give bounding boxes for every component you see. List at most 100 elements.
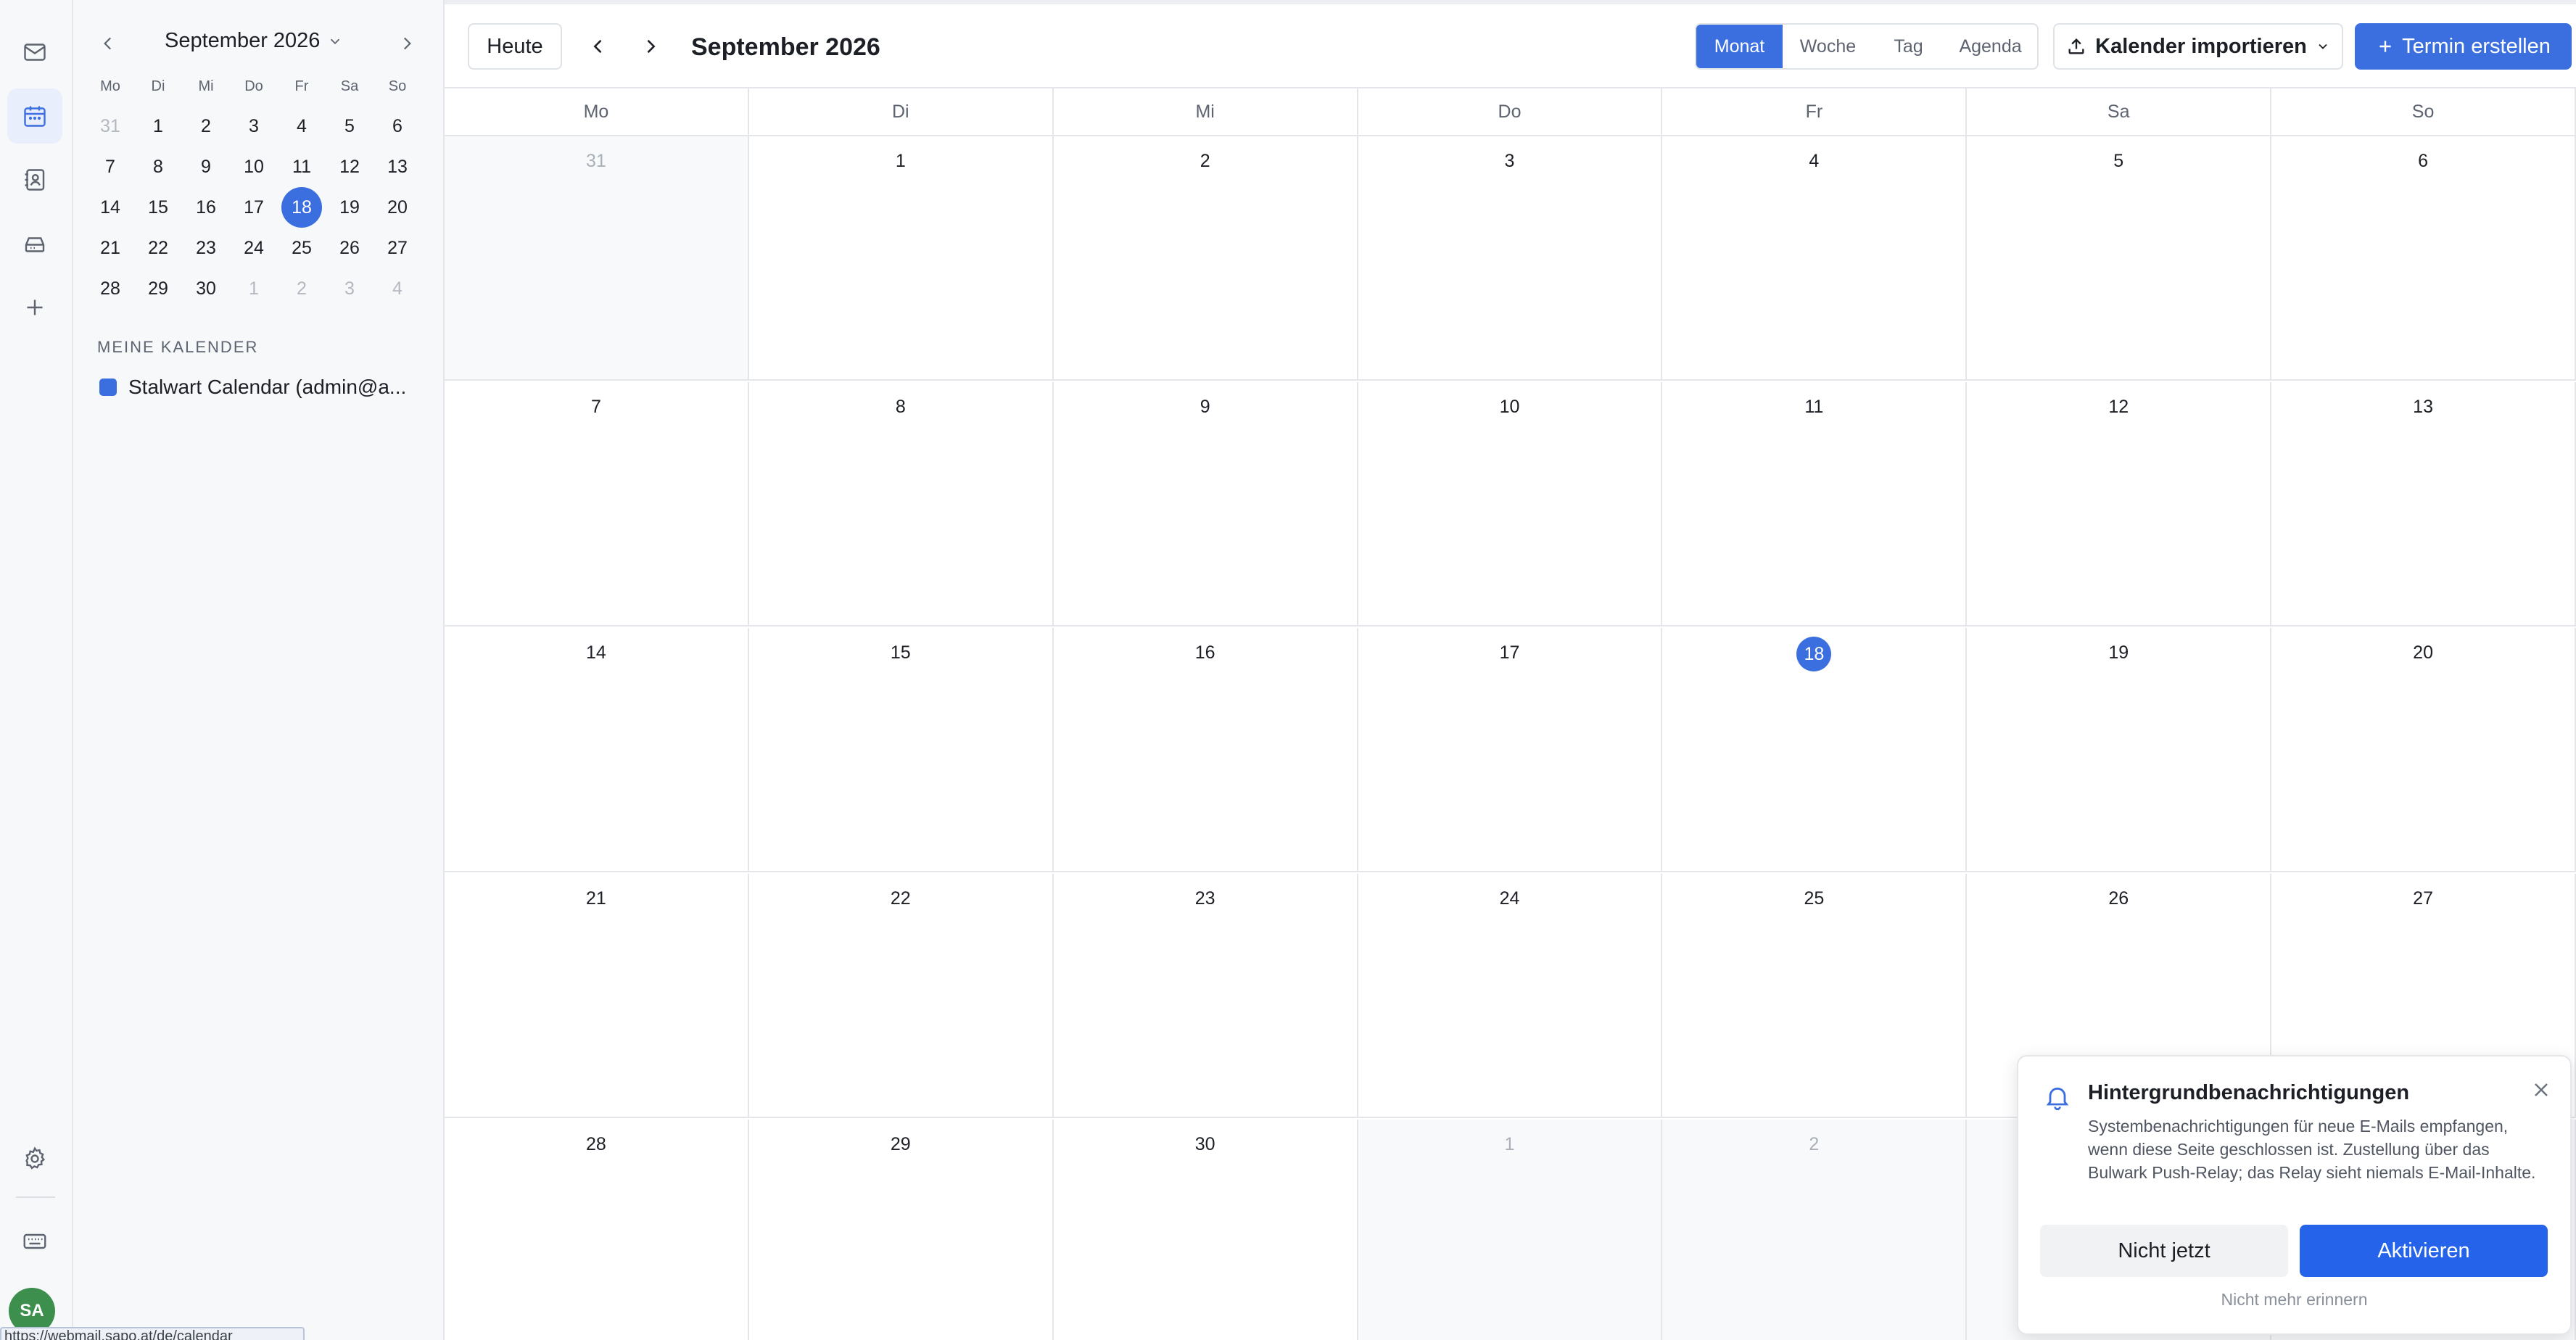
day-number[interactable]: 20 — [2406, 641, 2440, 676]
day-cell[interactable]: 4 — [1662, 136, 1968, 379]
day-cell[interactable]: 7 — [445, 382, 749, 625]
mini-day-today[interactable]: 18 — [278, 187, 326, 228]
day-number[interactable]: 1 — [883, 149, 918, 184]
day-cell[interactable]: 29 — [749, 1120, 1054, 1340]
mini-day[interactable]: 19 — [326, 187, 373, 228]
mini-day[interactable]: 26 — [326, 228, 373, 268]
mini-day[interactable]: 7 — [86, 146, 134, 187]
day-number[interactable]: 13 — [2406, 395, 2440, 430]
day-number[interactable]: 29 — [883, 1133, 918, 1167]
day-cell[interactable]: 22 — [749, 874, 1054, 1117]
mini-day[interactable]: 1 — [134, 106, 182, 146]
day-number[interactable]: 12 — [2101, 395, 2136, 430]
day-cell[interactable]: 2 — [1662, 1120, 1968, 1340]
today-button[interactable]: Heute — [468, 23, 562, 70]
day-cell-today[interactable]: 18 — [1662, 628, 1968, 871]
day-cell[interactable]: 12 — [1967, 382, 2272, 625]
mini-day[interactable]: 11 — [278, 146, 326, 187]
mini-day[interactable]: 2 — [182, 106, 230, 146]
day-cell[interactable]: 6 — [2271, 136, 2576, 379]
mini-day[interactable]: 31 — [86, 106, 134, 146]
day-cell[interactable]: 3 — [1358, 136, 1663, 379]
mini-day[interactable]: 15 — [134, 187, 182, 228]
day-number[interactable]: 24 — [1493, 887, 1527, 922]
mini-day[interactable]: 9 — [182, 146, 230, 187]
mini-day[interactable]: 22 — [134, 228, 182, 268]
day-cell[interactable]: 25 — [1662, 874, 1968, 1117]
day-cell[interactable]: 30 — [1054, 1120, 1358, 1340]
day-cell[interactable]: 9 — [1054, 382, 1358, 625]
mini-day[interactable]: 21 — [86, 228, 134, 268]
prev-period-icon[interactable] — [582, 30, 614, 62]
mini-day[interactable]: 17 — [230, 187, 278, 228]
day-cell[interactable]: 11 — [1662, 382, 1968, 625]
settings-icon[interactable] — [7, 1131, 62, 1186]
mini-day[interactable]: 4 — [373, 268, 421, 309]
day-number[interactable]: 2 — [1188, 149, 1223, 184]
mini-day[interactable]: 14 — [86, 187, 134, 228]
tab-day[interactable]: Tag — [1873, 25, 1944, 68]
mini-day[interactable]: 16 — [182, 187, 230, 228]
mini-day[interactable]: 25 — [278, 228, 326, 268]
day-number[interactable]: 7 — [579, 395, 614, 430]
close-icon[interactable] — [2530, 1078, 2553, 1101]
contacts-icon[interactable] — [7, 152, 62, 207]
day-number[interactable]: 21 — [579, 887, 614, 922]
mail-icon[interactable] — [7, 25, 62, 80]
day-cell[interactable]: 15 — [749, 628, 1054, 871]
mini-day[interactable]: 8 — [134, 146, 182, 187]
day-cell[interactable]: 28 — [445, 1120, 749, 1340]
create-event-button[interactable]: Termin erstellen — [2355, 23, 2572, 70]
day-cell[interactable]: 31 — [445, 136, 749, 379]
day-number[interactable]: 9 — [1188, 395, 1223, 430]
day-cell[interactable]: 20 — [2271, 628, 2576, 871]
day-cell[interactable]: 23 — [1054, 874, 1358, 1117]
day-cell[interactable]: 5 — [1967, 136, 2272, 379]
calendar-icon[interactable] — [7, 88, 62, 144]
mini-day[interactable]: 5 — [326, 106, 373, 146]
tab-agenda[interactable]: Agenda — [1944, 25, 2037, 68]
tab-month[interactable]: Monat — [1696, 25, 1783, 68]
day-cell[interactable]: 19 — [1967, 628, 2272, 871]
day-number[interactable]: 15 — [883, 641, 918, 676]
day-number[interactable]: 8 — [883, 395, 918, 430]
day-number[interactable]: 25 — [1796, 887, 1831, 922]
day-number[interactable]: 19 — [2101, 641, 2136, 676]
day-number[interactable]: 16 — [1188, 641, 1223, 676]
day-number[interactable]: 18 — [1796, 637, 1832, 671]
import-calendar-button[interactable]: Kalender importieren — [2053, 23, 2343, 70]
calendar-color-swatch[interactable] — [99, 379, 117, 396]
day-number[interactable]: 4 — [1796, 149, 1831, 184]
day-cell[interactable]: 13 — [2271, 382, 2576, 625]
day-number[interactable]: 2 — [1796, 1133, 1831, 1167]
day-number[interactable]: 22 — [883, 887, 918, 922]
tab-week[interactable]: Woche — [1783, 25, 1873, 68]
day-cell[interactable]: 10 — [1358, 382, 1663, 625]
day-number[interactable]: 23 — [1188, 887, 1223, 922]
dont-remind-link[interactable]: Nicht mehr erinnern — [2018, 1290, 2570, 1310]
day-number[interactable]: 6 — [2406, 149, 2440, 184]
day-cell[interactable]: 8 — [749, 382, 1054, 625]
mini-day[interactable]: 13 — [373, 146, 421, 187]
day-number[interactable]: 31 — [579, 149, 614, 184]
mini-day[interactable]: 28 — [86, 268, 134, 309]
day-cell[interactable]: 14 — [445, 628, 749, 871]
mini-day[interactable]: 23 — [182, 228, 230, 268]
mini-day[interactable]: 10 — [230, 146, 278, 187]
mini-day[interactable]: 2 — [278, 268, 326, 309]
day-number[interactable]: 27 — [2406, 887, 2440, 922]
day-number[interactable]: 11 — [1796, 395, 1831, 430]
day-cell[interactable]: 1 — [749, 136, 1054, 379]
mini-next-month-icon[interactable] — [391, 28, 423, 59]
mini-day[interactable]: 1 — [230, 268, 278, 309]
calendar-list-item[interactable]: Stalwart Calendar (admin@a... — [99, 376, 433, 399]
plus-icon[interactable] — [7, 280, 62, 335]
mini-day[interactable]: 29 — [134, 268, 182, 309]
day-number[interactable]: 14 — [579, 641, 614, 676]
next-period-icon[interactable] — [635, 30, 666, 62]
day-cell[interactable]: 1 — [1358, 1120, 1663, 1340]
day-number[interactable]: 1 — [1493, 1133, 1527, 1167]
day-cell[interactable]: 17 — [1358, 628, 1663, 871]
mini-day[interactable]: 4 — [278, 106, 326, 146]
keyboard-icon[interactable] — [7, 1214, 62, 1269]
